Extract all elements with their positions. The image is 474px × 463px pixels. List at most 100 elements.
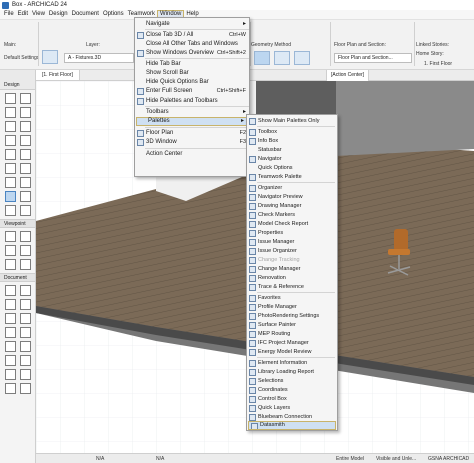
toolbox-section-viewpoint[interactable]: Viewpoint (0, 219, 35, 228)
palette-item-energy-model-review[interactable]: Energy Model Review (247, 348, 337, 357)
section-tool-icon[interactable] (5, 231, 16, 242)
palette-item-navigator-preview[interactable]: Navigator Preview (247, 193, 337, 202)
status-graphic-override[interactable]: GSNA ARCHICAD V... (428, 454, 474, 463)
roof-tool-icon[interactable] (5, 135, 16, 146)
menu-item-close-tab[interactable]: Close Tab 3D / All Ctrl+W (135, 31, 249, 40)
menu-item-hide-palettes[interactable]: Hide Palettes and Toolbars (135, 97, 249, 106)
palette-item-favorites[interactable]: Favorites (247, 294, 337, 303)
elevation-tool-icon[interactable] (20, 231, 31, 242)
palette-item-issue-manager[interactable]: Issue Manager (247, 238, 337, 247)
palette-item-drawing-manager[interactable]: Drawing Manager (247, 202, 337, 211)
menu-item-show-scroll-bar[interactable]: Show Scroll Bar (135, 69, 249, 78)
slab-tool-icon[interactable] (20, 107, 31, 118)
status-na-2[interactable]: N/A (156, 454, 164, 463)
palette-item-statusbar[interactable]: Statusbar (247, 146, 337, 155)
palette-item-surface-painter[interactable]: Surface Painter (247, 321, 337, 330)
drawing-tool-icon[interactable] (5, 341, 16, 352)
zone-tool-icon[interactable] (5, 177, 16, 188)
palette-item-quick-layers[interactable]: Quick Layers (247, 404, 337, 413)
palette-item-profile-manager[interactable]: Profile Manager (247, 303, 337, 312)
palette-item-quick-options[interactable]: Quick Options (247, 164, 337, 173)
status-visibility[interactable]: Visible and Unle... (376, 454, 416, 463)
palette-item-toolbox[interactable]: Toolbox (247, 128, 337, 137)
home-story-value[interactable]: 1. First Floor (424, 61, 452, 67)
lamp-tool-icon[interactable] (20, 191, 31, 202)
arc-tool-icon[interactable] (5, 327, 16, 338)
tab-first-floor[interactable]: [1. First Floor] (36, 70, 80, 80)
palette-item-model-check-report[interactable]: Model Check Report (247, 220, 337, 229)
palette-item-properties[interactable]: Properties (247, 229, 337, 238)
toolbox-section-document[interactable]: Document (0, 273, 35, 282)
column-tool-icon[interactable] (20, 93, 31, 104)
palette-item-ifc-project-manager[interactable]: IFC Project Manager (247, 339, 337, 348)
palette-item-coordinates[interactable]: Coordinates (247, 386, 337, 395)
status-na-1[interactable]: N/A (96, 454, 104, 463)
toolbox-section-design[interactable]: Design (0, 70, 35, 90)
label-tool-icon[interactable] (20, 299, 31, 310)
mesh-tool-icon[interactable] (20, 177, 31, 188)
object-tool-icon[interactable] (5, 191, 16, 202)
angle-tool-icon[interactable] (5, 383, 16, 394)
curtain-wall-tool-icon[interactable] (5, 149, 16, 160)
menu-item-action-center[interactable]: Action Center (135, 150, 249, 159)
polyline-tool-icon[interactable] (20, 327, 31, 338)
fill-tool-icon[interactable] (5, 313, 16, 324)
palette-item-change-manager[interactable]: Change Manager (247, 265, 337, 274)
opening-tool-icon[interactable] (20, 205, 31, 216)
menu-item-palettes[interactable]: Palettes ▸ (136, 117, 248, 126)
text-tool-icon[interactable] (5, 299, 16, 310)
palette-item-trace-reference[interactable]: Trace & Reference (247, 283, 337, 292)
menu-item-hide-quick-options[interactable]: Hide Quick Options Bar (135, 78, 249, 87)
skylight-tool-icon[interactable] (20, 163, 31, 174)
railing-tool-icon[interactable] (20, 121, 31, 132)
palette-item-element-information[interactable]: Element Information (247, 359, 337, 368)
door-tool-icon[interactable] (20, 149, 31, 160)
menu-item-windows-overview[interactable]: Show Windows Overview Ctrl+Shift+2 (135, 49, 249, 58)
palette-item-selections[interactable]: Selections (247, 377, 337, 386)
dimension-tool-icon[interactable] (5, 285, 16, 296)
menu-item-close-all-other[interactable]: Close All Other Tabs and Windows (135, 40, 249, 49)
palette-item-library-loading-report[interactable]: Library Loading Report (247, 368, 337, 377)
geometry-method-icon[interactable] (254, 51, 270, 65)
revision-tool-icon[interactable] (20, 383, 31, 394)
window-tool-icon[interactable] (5, 163, 16, 174)
interior-elevation-tool-icon[interactable] (5, 245, 16, 256)
menu-item-navigate[interactable]: Navigate ▸ (135, 20, 249, 29)
stair-tool-icon[interactable] (5, 121, 16, 132)
favorites-icon[interactable] (42, 50, 58, 64)
grid-tool-icon[interactable] (5, 369, 16, 380)
palette-item-organizer[interactable]: Organizer (247, 184, 337, 193)
change-tool-icon[interactable] (20, 259, 31, 270)
geometry-option-icon[interactable] (294, 51, 310, 65)
palette-item-mep-routing[interactable]: MEP Routing (247, 330, 337, 339)
menu-document[interactable]: Document (70, 10, 101, 19)
spline-tool-icon[interactable] (20, 341, 31, 352)
beam-tool-icon[interactable] (5, 107, 16, 118)
line-tool-icon[interactable] (20, 313, 31, 324)
menu-item-floor-plan[interactable]: Floor Plan F2 (135, 129, 249, 138)
level-dimension-tool-icon[interactable] (20, 285, 31, 296)
morph-tool-icon[interactable] (5, 205, 16, 216)
palette-item-control-box[interactable]: Control Box (247, 395, 337, 404)
worksheet-tool-icon[interactable] (20, 245, 31, 256)
geometry-option-icon[interactable] (274, 51, 290, 65)
palette-item-issue-organizer[interactable]: Issue Organizer (247, 247, 337, 256)
palette-item-show-main[interactable]: Show Main Palettes Only (247, 117, 337, 126)
palette-item-photorendering[interactable]: PhotoRendering Settings (247, 312, 337, 321)
menu-edit[interactable]: Edit (16, 10, 30, 19)
menu-item-toolbars[interactable]: Toolbars ▸ (135, 108, 249, 117)
palette-item-check-markers[interactable]: Check Markers (247, 211, 337, 220)
menu-design[interactable]: Design (47, 10, 70, 19)
menu-item-full-screen[interactable]: Enter Full Screen Ctrl+Shift+F (135, 87, 249, 96)
wall-tool-icon[interactable] (5, 93, 16, 104)
figure-tool-icon[interactable] (20, 355, 31, 366)
menu-item-hide-tab-bar[interactable]: Hide Tab Bar (135, 60, 249, 69)
floor-plan-section-dropdown[interactable]: Floor Plan and Section... (334, 53, 412, 63)
detail-tool-icon[interactable] (5, 259, 16, 270)
menu-file[interactable]: File (2, 10, 16, 19)
menu-view[interactable]: View (30, 10, 47, 19)
palette-item-navigator[interactable]: Navigator (247, 155, 337, 164)
radial-tool-icon[interactable] (20, 369, 31, 380)
menu-item-3d-window[interactable]: 3D Window F3 (135, 138, 249, 147)
layer-dropdown[interactable]: A - Fixtures.3D (64, 53, 134, 63)
